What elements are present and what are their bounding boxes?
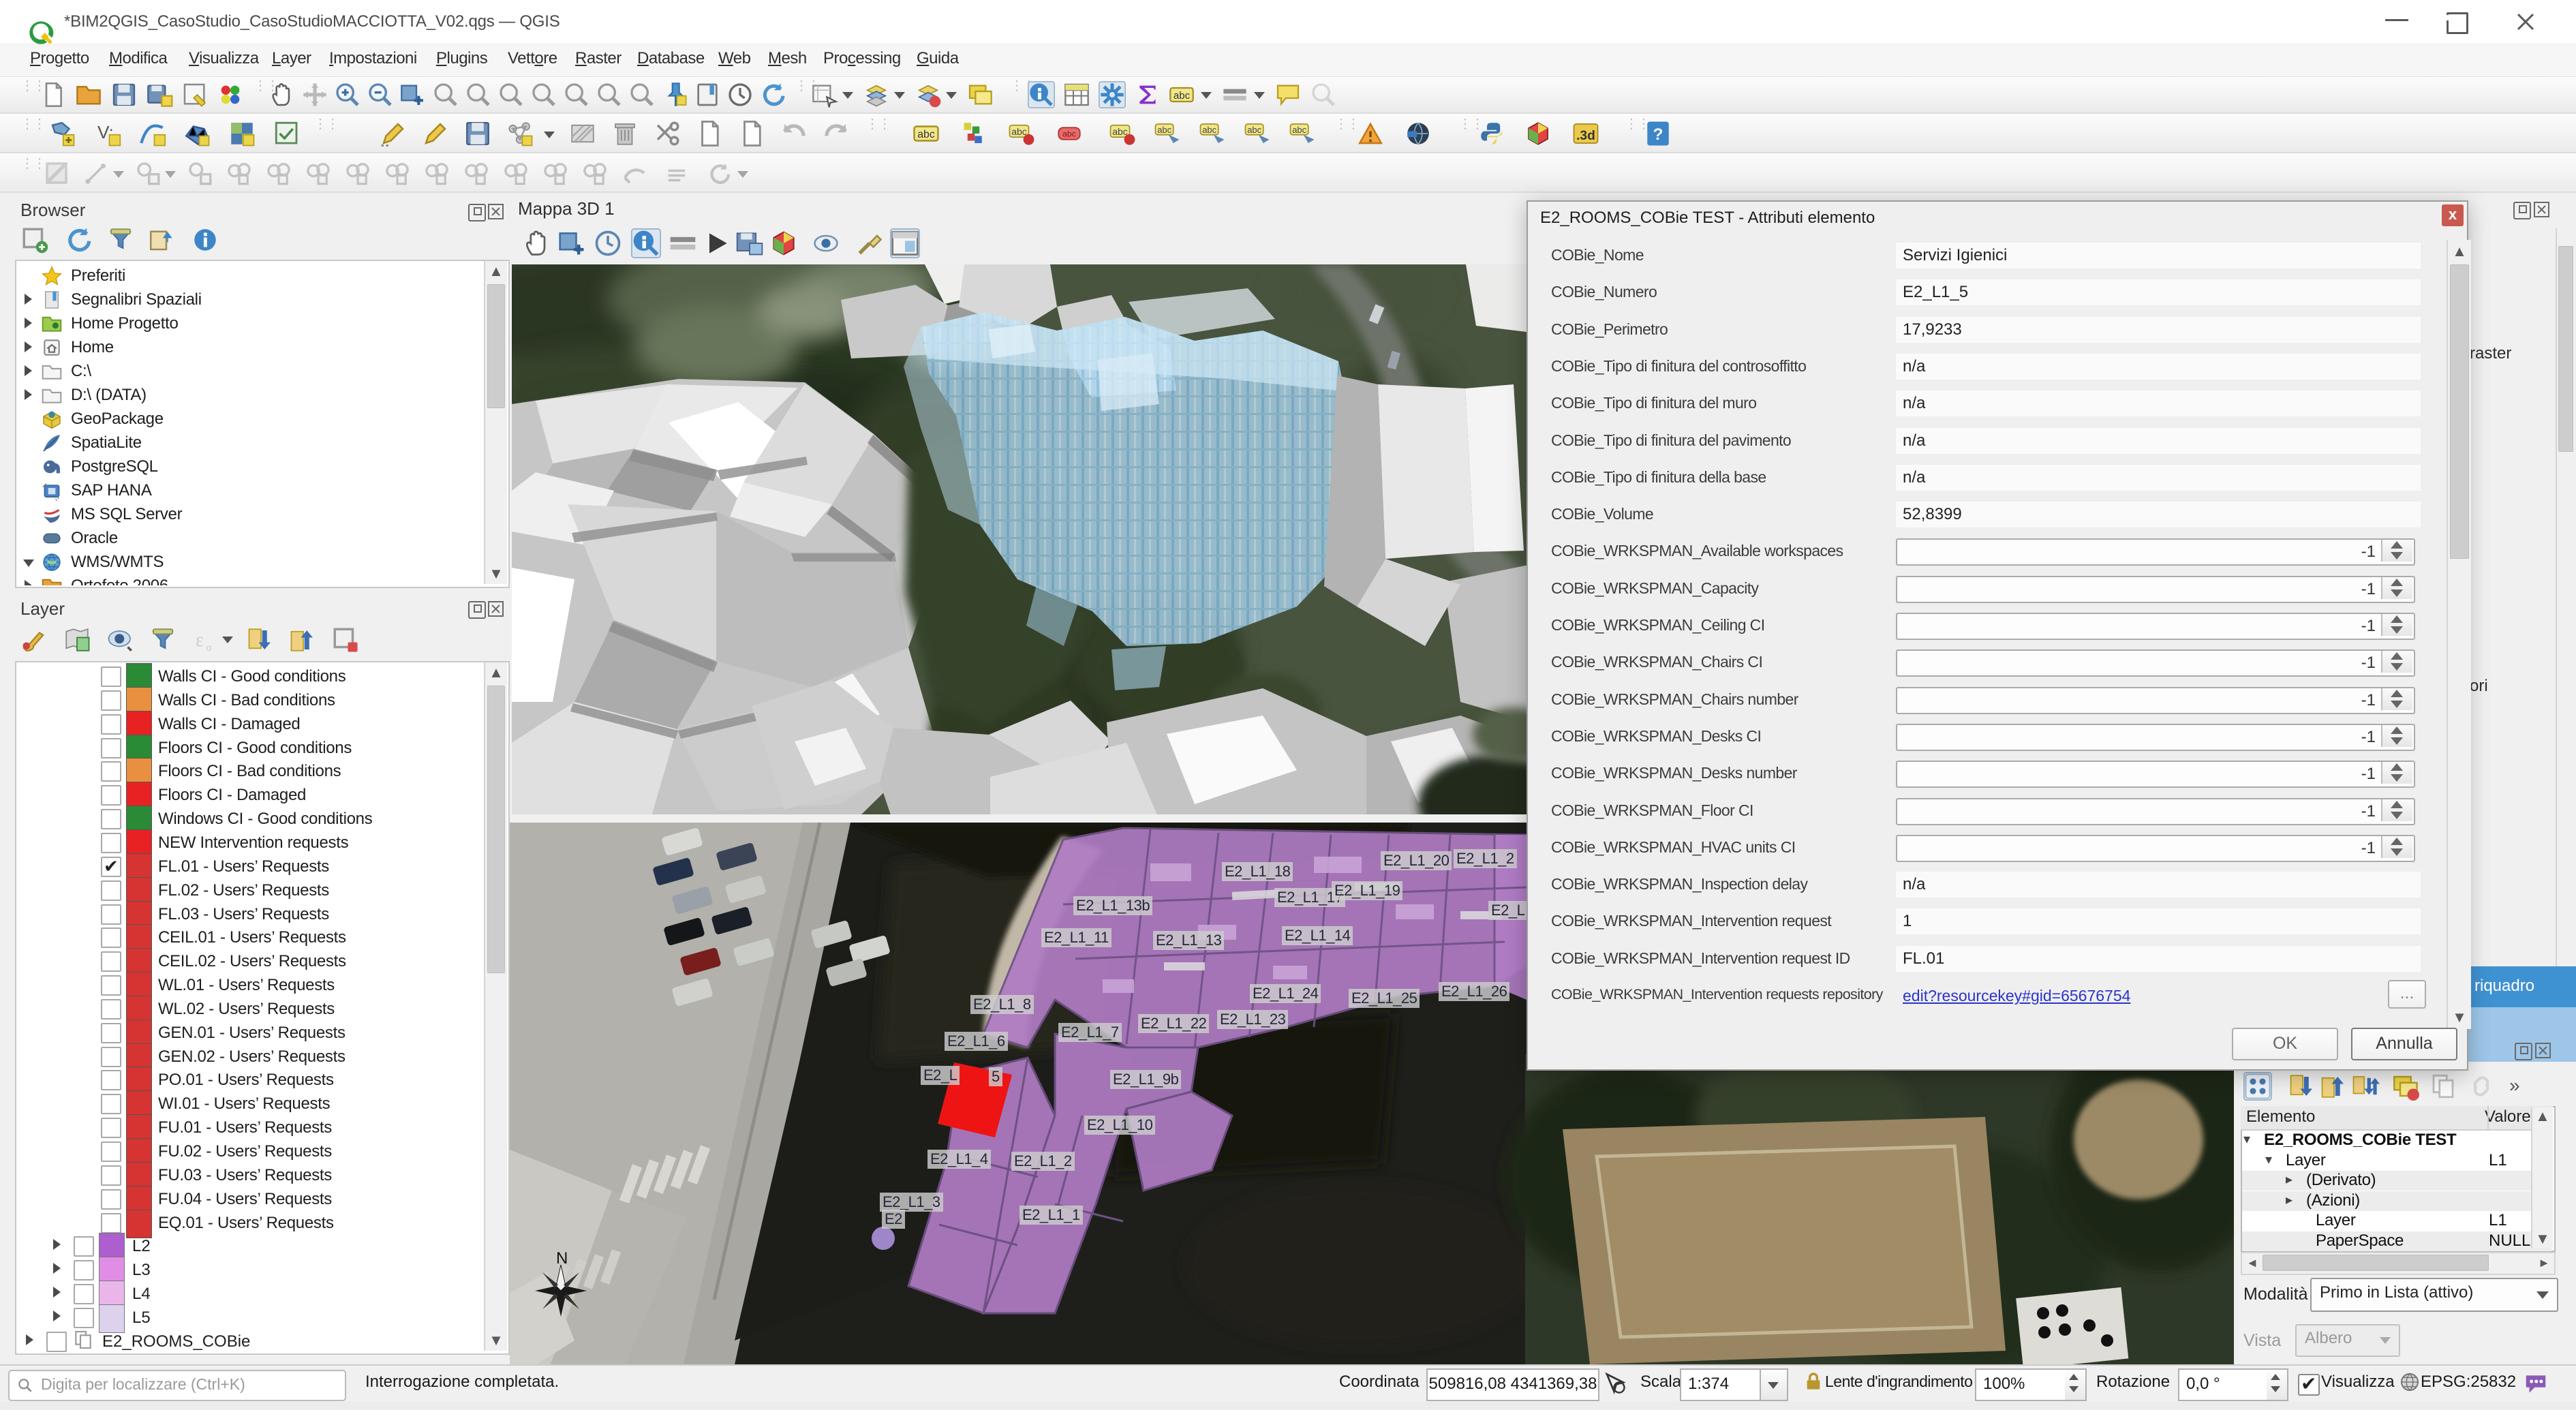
svg-text:abc: abc <box>1292 125 1306 135</box>
svg-text:abc: abc <box>1011 126 1027 137</box>
svg-text:.3d: .3d <box>1576 129 1595 143</box>
svg-text:abc: abc <box>1202 125 1216 135</box>
svg-text:?: ? <box>1653 125 1663 144</box>
svg-text:N: N <box>556 1249 568 1268</box>
svg-text:abc: abc <box>1157 125 1171 135</box>
svg-text:ε: ε <box>196 630 204 651</box>
svg-text:abc: abc <box>1174 90 1191 102</box>
svg-text:α: α <box>206 642 212 653</box>
svg-text:abc: abc <box>1062 129 1076 139</box>
svg-text:abc: abc <box>917 129 935 140</box>
svg-text:abc: abc <box>1247 125 1261 135</box>
svg-text:abc: abc <box>1112 126 1128 137</box>
